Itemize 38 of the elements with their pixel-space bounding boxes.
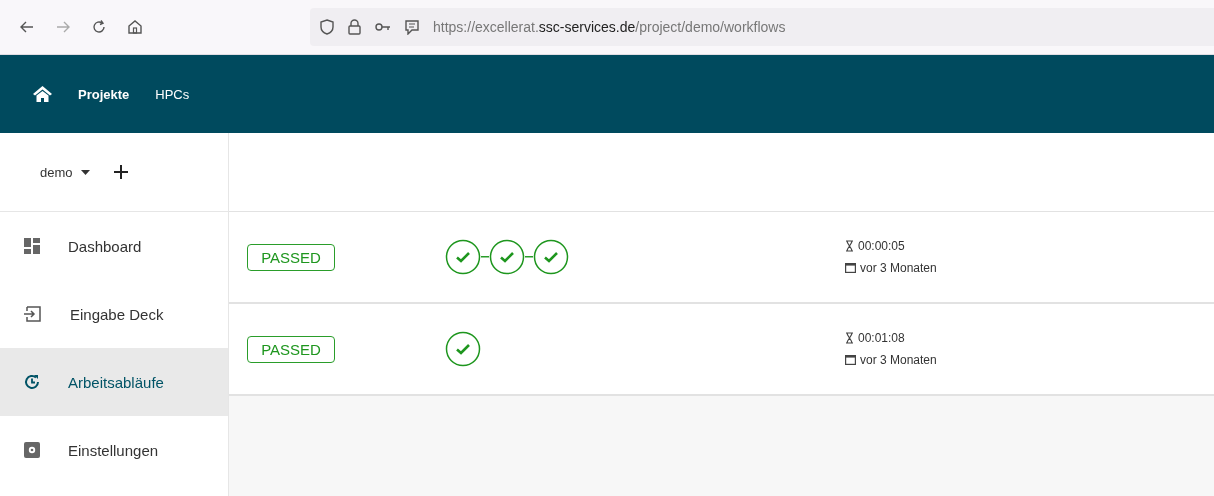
sidebar-item[interactable]: Dashboard <box>0 212 228 280</box>
nav-tab[interactable]: Projekte <box>78 86 130 102</box>
url-text[interactable]: https://excellerat.ssc-services.de/project/demo/workflows <box>433 19 786 35</box>
input-icon <box>24 306 42 322</box>
project-dropdown[interactable]: demo <box>40 164 90 180</box>
sidebar-label: Arbeitsabläufe <box>68 373 164 391</box>
dashboard-icon <box>24 238 40 254</box>
sidebar-label: Einstellungen <box>68 441 159 459</box>
sidebar-label: Eingabe Deck <box>70 305 164 323</box>
key-icon[interactable] <box>375 22 391 32</box>
sidebar-item[interactable]: Einstellungen <box>0 416 228 484</box>
status-badge: PASSED <box>247 243 335 271</box>
back-arrow-icon[interactable] <box>20 21 34 33</box>
nav-tab[interactable]: HPCs <box>155 86 190 102</box>
shield-icon[interactable] <box>320 19 334 35</box>
hourglass-icon <box>845 332 854 344</box>
date-text: vor 3 Monaten <box>860 353 937 367</box>
settings-icon <box>24 442 40 458</box>
duration-text: 00:01:08 <box>858 331 905 345</box>
date-text: vor 3 Monaten <box>860 261 937 275</box>
lock-icon[interactable] <box>348 19 361 35</box>
reader-icon[interactable] <box>405 19 419 35</box>
sidebar-item[interactable]: Arbeitsabläufe <box>0 348 228 416</box>
reload-icon[interactable] <box>92 20 106 34</box>
calendar-icon <box>845 355 856 365</box>
sidebar-label: Dashboard <box>68 237 142 255</box>
caret-icon[interactable] <box>80 169 90 175</box>
duration-text: 00:00:05 <box>858 239 905 253</box>
home-icon[interactable] <box>33 86 52 102</box>
calendar-icon <box>845 263 856 273</box>
home-icon[interactable] <box>128 20 142 34</box>
hourglass-icon <box>845 240 854 252</box>
sidebar-item[interactable]: Eingabe Deck <box>0 280 228 348</box>
refresh-clock-icon <box>24 374 40 390</box>
connector-line <box>525 256 533 258</box>
status-badge: PASSED <box>247 335 335 363</box>
connector-line <box>481 256 489 258</box>
add-icon[interactable] <box>113 165 128 179</box>
